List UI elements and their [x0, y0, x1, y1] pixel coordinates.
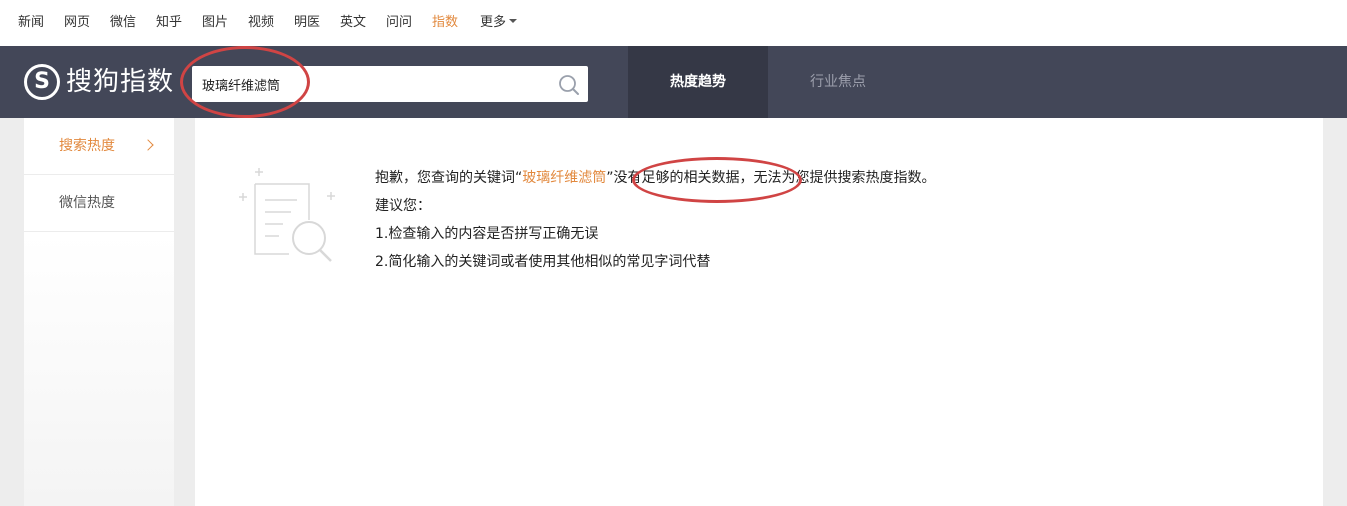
nav-video[interactable]: 视频 — [248, 14, 274, 32]
sidebar-item-wechat-heat[interactable]: 微信热度 — [24, 175, 174, 232]
chevron-right-icon — [142, 139, 154, 151]
nav-images[interactable]: 图片 — [202, 14, 228, 32]
sidebar-item-label: 搜索热度 — [59, 138, 115, 154]
search-input[interactable] — [202, 74, 542, 94]
no-data-document-icon — [239, 168, 335, 262]
advice-title: 建议您： — [375, 198, 431, 214]
no-data-sentence: 抱歉，您查询的关键词“玻璃纤维滤筒”没有足够的相关数据，无法为您提供搜索热度指数… — [375, 164, 936, 192]
message-prefix: 抱歉，您查询的关键词“ — [375, 170, 523, 186]
nav-wenwen[interactable]: 问问 — [386, 14, 412, 32]
top-navigation: 新闻 网页 微信 知乎 图片 视频 明医 英文 问问 指数 更多 — [0, 0, 1347, 47]
sidebar-item-search-heat[interactable]: 搜索热度 — [24, 118, 174, 175]
search-icon[interactable] — [558, 74, 580, 96]
nav-news[interactable]: 新闻 — [18, 14, 44, 32]
search-box — [192, 66, 588, 102]
nav-zhihu[interactable]: 知乎 — [156, 14, 182, 32]
query-keyword: 玻璃纤维滤筒 — [522, 170, 607, 186]
tip-1: 1.检查输入的内容是否拼写正确无误 — [375, 226, 599, 242]
tip-2: 2.简化输入的关键词或者使用其他相似的常见字词代替 — [375, 254, 711, 270]
message-suffix: ”没有足够的相关数据，无法为您提供搜索热度指数。 — [606, 170, 936, 186]
sogou-logo-icon: S — [24, 64, 60, 100]
logo-text: 搜狗指数 — [66, 67, 175, 97]
sidebar-item-label: 微信热度 — [59, 195, 115, 211]
no-data-message: 抱歉，您查询的关键词“玻璃纤维滤筒”没有足够的相关数据，无法为您提供搜索热度指数… — [375, 164, 936, 276]
nav-index[interactable]: 指数 — [432, 14, 458, 32]
caret-down-icon — [509, 19, 518, 23]
tab-industry-focus[interactable]: 行业焦点 — [768, 46, 908, 118]
nav-wechat[interactable]: 微信 — [110, 14, 136, 32]
nav-more[interactable]: 更多 — [480, 14, 518, 32]
logo-letter: S — [34, 69, 50, 94]
tab-heat-trend[interactable]: 热度趋势 — [628, 46, 768, 118]
nav-mingyi[interactable]: 明医 — [294, 14, 320, 32]
nav-more-label: 更多 — [480, 15, 507, 30]
header-bar: S 搜狗指数 热度趋势 行业焦点 — [0, 46, 1347, 118]
main-content: 抱歉，您查询的关键词“玻璃纤维滤筒”没有足够的相关数据，无法为您提供搜索热度指数… — [195, 118, 1323, 506]
nav-web[interactable]: 网页 — [64, 14, 90, 32]
sidebar: 搜索热度 微信热度 — [24, 118, 174, 506]
nav-english[interactable]: 英文 — [340, 14, 366, 32]
